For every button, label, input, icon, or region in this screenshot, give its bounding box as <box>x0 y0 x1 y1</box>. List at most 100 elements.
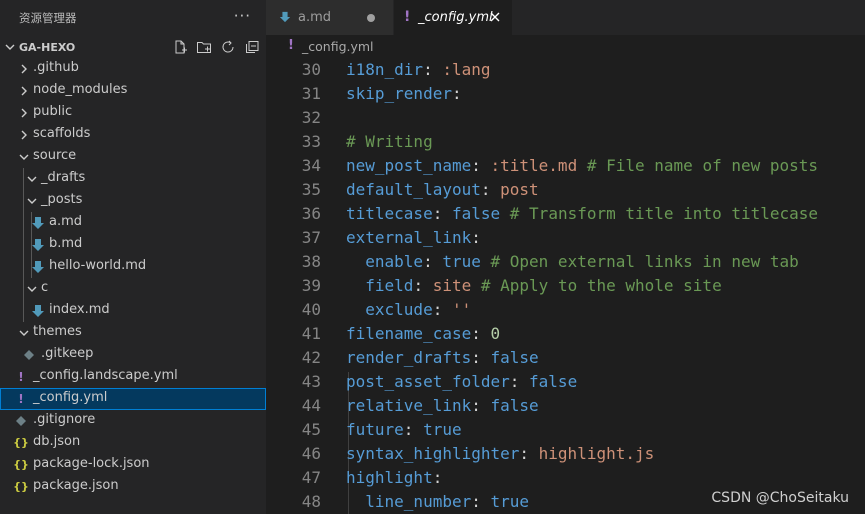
code-token: future <box>346 420 404 439</box>
code-editor[interactable]: 30 i18n_dir: :lang 31 skip_render: 32 33 # Wri… <box>266 58 865 514</box>
tree-item-label: package-lock.json <box>33 456 150 471</box>
code-token: : <box>471 156 491 175</box>
code-token: false <box>529 372 578 391</box>
tree-item[interactable]: scaffolds <box>0 124 266 146</box>
code-token: render_drafts <box>346 348 472 367</box>
line-number: 35 <box>301 180 321 199</box>
code-token: false <box>451 204 501 223</box>
diamond-icon <box>24 350 34 360</box>
code-text: i18n_dir: :lang <box>346 58 491 82</box>
tree-item[interactable]: .gitignore <box>0 410 266 432</box>
code-token: post <box>500 180 539 199</box>
code-token: external_link <box>346 228 472 247</box>
tree-item[interactable]: b.md <box>0 234 266 256</box>
code-token: : <box>451 84 462 103</box>
tree-item[interactable]: ! _config.landscape.yml <box>0 366 266 388</box>
project-root[interactable]: GA-HEXO <box>0 36 266 58</box>
code-token: false <box>490 348 539 367</box>
line-number: 39 <box>301 276 321 295</box>
tree-item-label: _posts <box>41 192 83 207</box>
tab-a-md[interactable]: a.md <box>266 0 393 35</box>
line-number: 41 <box>301 324 321 343</box>
tree-item[interactable]: {} package.json <box>0 476 266 498</box>
code-token: # Transform title into titlecase <box>509 204 819 223</box>
tree-item-label: package.json <box>33 478 119 493</box>
tree-item[interactable]: index.md <box>0 300 266 322</box>
tree-item[interactable]: c <box>0 278 266 300</box>
tree-item[interactable]: {} db.json <box>0 432 266 454</box>
new-folder-icon[interactable] <box>196 39 212 55</box>
tree-item[interactable]: node_modules <box>0 80 266 102</box>
tab-label: _config.yml <box>418 10 493 25</box>
code-token: titlecase <box>346 204 433 223</box>
diamond-icon <box>16 416 26 426</box>
code-token: : <box>471 324 491 343</box>
line-number: 38 <box>301 252 321 271</box>
code-text: highlight: <box>346 466 442 490</box>
tree-item-label: .gitkeep <box>41 346 94 361</box>
yaml-icon: ! <box>288 38 294 53</box>
new-file-icon[interactable] <box>172 39 188 55</box>
code-token: new_post_name <box>346 156 472 175</box>
tree-item[interactable]: .gitkeep <box>0 344 266 366</box>
tree-item[interactable]: a.md <box>0 212 266 234</box>
project-name: GA-HEXO <box>19 40 76 54</box>
close-icon[interactable] <box>490 12 500 22</box>
more-actions-icon[interactable]: ··· <box>234 7 251 25</box>
code-text: future: true <box>346 418 462 442</box>
tree-item[interactable]: public <box>0 102 266 124</box>
code-text: # Writing <box>346 130 433 154</box>
code-token: : <box>509 372 530 391</box>
modified-dot-icon[interactable] <box>367 14 375 22</box>
tree-item-label: _config.landscape.yml <box>33 368 178 383</box>
collapse-all-icon[interactable] <box>244 39 260 55</box>
tree-item[interactable]: _drafts <box>0 168 266 190</box>
code-token: 0 <box>490 324 501 343</box>
tree-item-label: hello-world.md <box>49 258 147 273</box>
code-token: true <box>490 492 530 511</box>
code-token: :lang <box>442 60 491 79</box>
tab-config-yml[interactable]: ! _config.yml <box>394 0 512 35</box>
code-text: filename_case: 0 <box>346 322 500 346</box>
watermark: CSDN @ChoSeitaku <box>711 490 849 506</box>
code-token: true <box>423 420 462 439</box>
code-token: # Open external links in new tab <box>490 252 799 271</box>
chevron-down-icon <box>27 286 37 292</box>
code-token: highlight.js <box>538 444 655 463</box>
line-number: 42 <box>301 348 321 367</box>
refresh-icon[interactable] <box>220 39 236 55</box>
line-number: 47 <box>301 468 321 487</box>
json-icon: {} <box>13 480 29 493</box>
tree-item-label: c <box>41 280 49 295</box>
line-number: 43 <box>301 372 321 391</box>
tree-item-selected[interactable]: ! _config.yml <box>0 388 266 410</box>
explorer-title: 资源管理器 <box>19 11 77 25</box>
tab-label: a.md <box>298 10 332 25</box>
code-text: relative_link: false <box>346 394 539 418</box>
tree-item[interactable]: hello-world.md <box>0 256 266 278</box>
chevron-down-icon <box>19 330 29 336</box>
code-token: highlight <box>346 468 433 487</box>
code-text: skip_render: <box>346 82 462 106</box>
code-token: # Apply to the whole site <box>480 276 722 295</box>
chevron-down-icon <box>27 176 37 182</box>
code-token: post_asset_folder <box>346 372 510 391</box>
code-token: : <box>471 228 481 247</box>
breadcrumb[interactable]: ! _config.yml <box>266 35 865 57</box>
breadcrumb-file[interactable]: _config.yml <box>302 39 374 54</box>
line-number: 34 <box>301 156 321 175</box>
code-token: filename_case <box>346 324 472 343</box>
tree-item[interactable]: {} package-lock.json <box>0 454 266 476</box>
tree-item[interactable]: .github <box>0 58 266 80</box>
code-token: default_layout <box>346 180 481 199</box>
tree-item[interactable]: themes <box>0 322 266 344</box>
tree-item[interactable]: _posts <box>0 190 266 212</box>
code-token: i18n_dir <box>346 60 424 79</box>
code-token: '' <box>451 300 472 319</box>
tree-item[interactable]: source <box>0 146 266 168</box>
